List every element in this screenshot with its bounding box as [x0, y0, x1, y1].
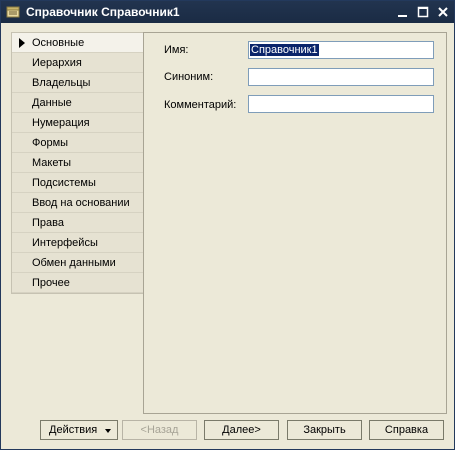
- sidebar-item-label: Формы: [32, 137, 69, 149]
- comment-field[interactable]: [248, 95, 434, 113]
- sidebar-item-label: Владельцы: [32, 77, 91, 89]
- sidebar-item-label: Макеты: [32, 157, 72, 169]
- name-field-value: Справочник1: [250, 44, 319, 56]
- sidebar-item-label: Подсистемы: [32, 177, 96, 189]
- dialog-window: Справочник Справочник1 Основные Иерархия…: [0, 0, 455, 450]
- sidebar-item-obmen-dannymi[interactable]: Обмен данными: [12, 253, 143, 273]
- chevron-down-icon: [105, 429, 111, 433]
- window-title: Справочник Справочник1: [26, 5, 180, 19]
- sidebar-item-label: Нумерация: [32, 117, 90, 129]
- close-icon[interactable]: [435, 4, 451, 20]
- sidebar-item-prava[interactable]: Права: [12, 213, 143, 233]
- sidebar-item-numeratsiya[interactable]: Нумерация: [12, 113, 143, 133]
- name-label: Имя:: [164, 44, 189, 56]
- catalog-icon: [6, 5, 20, 19]
- sidebar-item-label: Права: [32, 217, 64, 229]
- sidebar-item-vvod-na-osnovanii[interactable]: Ввод на основании: [12, 193, 143, 213]
- sidebar: Основные Иерархия Владельцы Данные Нумер…: [11, 32, 144, 294]
- sidebar-item-label: Ввод на основании: [32, 197, 130, 209]
- sidebar-item-label: Основные: [32, 37, 85, 49]
- title-bar[interactable]: Справочник Справочник1: [1, 1, 454, 23]
- synonym-label: Синоним:: [164, 71, 214, 83]
- sidebar-item-dannye[interactable]: Данные: [12, 93, 143, 113]
- comment-label: Комментарий:: [164, 99, 237, 111]
- minimize-icon[interactable]: [395, 4, 411, 20]
- sidebar-item-label: Прочее: [32, 277, 70, 289]
- back-button[interactable]: <Назад: [122, 420, 197, 440]
- sidebar-item-formy[interactable]: Формы: [12, 133, 143, 153]
- sidebar-item-osnovnye[interactable]: Основные: [12, 33, 143, 53]
- sidebar-item-prochee[interactable]: Прочее: [12, 273, 143, 293]
- triangle-right-icon: [19, 38, 25, 48]
- actions-button[interactable]: Действия: [40, 420, 118, 440]
- maximize-icon[interactable]: [415, 4, 431, 20]
- next-button[interactable]: Далее>: [204, 420, 279, 440]
- help-button[interactable]: Справка: [369, 420, 444, 440]
- sidebar-item-vladeltsy[interactable]: Владельцы: [12, 73, 143, 93]
- sidebar-item-podsistemy[interactable]: Подсистемы: [12, 173, 143, 193]
- sidebar-item-label: Иерархия: [32, 57, 82, 69]
- sidebar-item-label: Интерфейсы: [32, 237, 98, 249]
- sidebar-item-ierarhiya[interactable]: Иерархия: [12, 53, 143, 73]
- close-button[interactable]: Закрыть: [287, 420, 362, 440]
- sidebar-item-interfeysy[interactable]: Интерфейсы: [12, 233, 143, 253]
- sidebar-item-makety[interactable]: Макеты: [12, 153, 143, 173]
- sidebar-item-label: Обмен данными: [32, 257, 116, 269]
- actions-button-label: Действия: [49, 424, 98, 436]
- synonym-field[interactable]: [248, 68, 434, 86]
- main-panel: [143, 32, 447, 414]
- sidebar-item-label: Данные: [32, 97, 72, 109]
- name-field[interactable]: Справочник1: [248, 41, 434, 59]
